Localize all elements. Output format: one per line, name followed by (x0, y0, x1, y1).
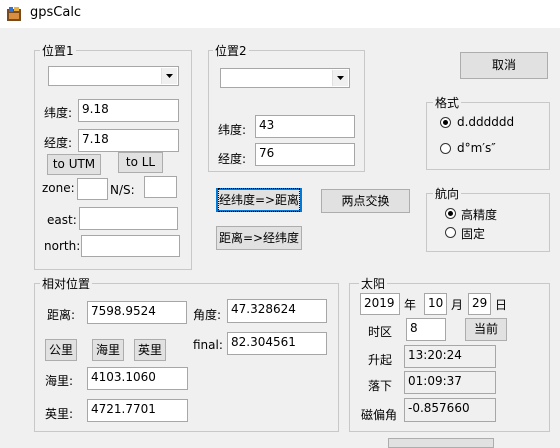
format-radio-decimal[interactable] (440, 117, 451, 128)
position2-legend: 位置2 (213, 42, 249, 59)
position2-lat-label: 纬度: (218, 123, 247, 137)
timezone-label: 时区 (368, 325, 393, 339)
nautical-mile-input[interactable]: 4103.1060 (87, 367, 188, 390)
now-button-label: 当前 (473, 322, 498, 336)
sunset-label: 落下 (368, 379, 393, 393)
relative-position-legend: 相对位置 (40, 275, 93, 292)
to-utm-button[interactable]: to UTM (47, 154, 101, 175)
distance-to-latlon-button[interactable]: 距离=>经纬度 (216, 226, 302, 250)
position1-lon-input[interactable]: 7.18 (78, 129, 179, 152)
now-button[interactable]: 当前 (465, 318, 507, 341)
chevron-down-icon[interactable] (332, 70, 348, 86)
to-utm-button-label: to UTM (52, 157, 96, 171)
sun-legend: 太阳 (359, 275, 388, 292)
day-unit: 日 (495, 298, 508, 312)
final-label: final: (193, 338, 223, 352)
north-label: north: (44, 239, 81, 253)
heading-legend: 航向 (433, 185, 462, 202)
declination-label: 磁偏角 (361, 408, 398, 422)
year-input[interactable]: 2019 (360, 293, 400, 315)
distance-to-latlon-button-label: 距离=>经纬度 (218, 231, 300, 245)
position2-lat-input[interactable]: 43 (255, 115, 355, 138)
distance-input[interactable]: 7598.9524 (87, 301, 187, 324)
window-title: gpsCalc (30, 5, 82, 20)
heading-option-precise[interactable]: 高精度 (461, 206, 497, 223)
distance-label: 距离: (47, 308, 76, 322)
mile-input[interactable]: 4721.7701 (87, 399, 188, 422)
zone-label: zone: (42, 181, 75, 195)
year-unit: 年 (404, 298, 417, 312)
km-button-label: 公里 (48, 343, 73, 357)
position1-dropdown[interactable] (48, 66, 179, 86)
mile-button-label: 英里 (137, 343, 162, 357)
angle-input[interactable]: 47.328624 (227, 299, 327, 323)
month-unit: 月 (451, 298, 464, 312)
format-legend: 格式 (433, 94, 462, 111)
north-input[interactable] (81, 235, 180, 257)
position1-lat-label: 纬度: (44, 106, 73, 120)
position2-lon-input[interactable]: 76 (255, 143, 355, 166)
heading-radio-fixed[interactable] (445, 227, 456, 238)
position2-lon-label: 经度: (218, 152, 247, 166)
nautical-mile-button-label: 海里 (95, 343, 120, 357)
zone-input[interactable] (77, 178, 108, 200)
position2-dropdown[interactable] (220, 68, 350, 88)
nautical-mile-label: 海里: (45, 374, 74, 388)
sunrise-value: 13:20:24 (404, 345, 496, 368)
format-radio-dms[interactable] (440, 143, 451, 154)
day-input[interactable]: 29 (468, 293, 491, 315)
swap-points-button[interactable]: 两点交换 (321, 189, 410, 213)
heading-radio-precise[interactable] (445, 208, 456, 219)
title-bar (0, 0, 560, 28)
east-label: east: (47, 213, 77, 227)
timezone-input[interactable]: 8 (406, 318, 446, 341)
cancel-button[interactable]: 取消 (460, 52, 548, 79)
format-group (426, 102, 550, 170)
sunset-value: 01:09:37 (404, 371, 496, 394)
partial-bottom-button[interactable] (388, 438, 494, 448)
to-ll-button[interactable]: to LL (118, 152, 163, 173)
chevron-down-icon[interactable] (161, 68, 177, 84)
format-option-dms[interactable]: d°m′s″ (457, 141, 496, 155)
month-input[interactable]: 10 (424, 293, 447, 315)
declination-value: -0.857660 (404, 398, 496, 422)
angle-label: 角度: (193, 308, 222, 322)
app-icon (6, 6, 22, 22)
mile-button[interactable]: 英里 (134, 339, 166, 361)
position1-lon-label: 经度: (44, 136, 73, 150)
mile-label: 英里: (45, 407, 74, 421)
latlon-to-distance-button[interactable]: 经纬度=>距离 (216, 188, 302, 212)
swap-points-button-label: 两点交换 (341, 194, 390, 208)
position1-legend: 位置1 (40, 42, 76, 59)
position1-lat-input[interactable]: 9.18 (78, 99, 179, 122)
km-button[interactable]: 公里 (45, 339, 77, 361)
format-option-decimal[interactable]: d.dddddd (457, 115, 514, 129)
ns-label: N/S: (110, 183, 135, 197)
latlon-to-distance-button-label: 经纬度=>距离 (217, 188, 301, 212)
to-ll-button-label: to LL (125, 155, 156, 169)
final-input[interactable]: 82.304561 (227, 332, 327, 355)
east-input[interactable] (79, 207, 178, 230)
nautical-mile-button[interactable]: 海里 (92, 339, 124, 361)
sunrise-label: 升起 (368, 353, 393, 367)
ns-input[interactable] (144, 176, 177, 198)
cancel-button-label: 取消 (491, 58, 516, 72)
heading-option-fixed[interactable]: 固定 (461, 225, 485, 242)
